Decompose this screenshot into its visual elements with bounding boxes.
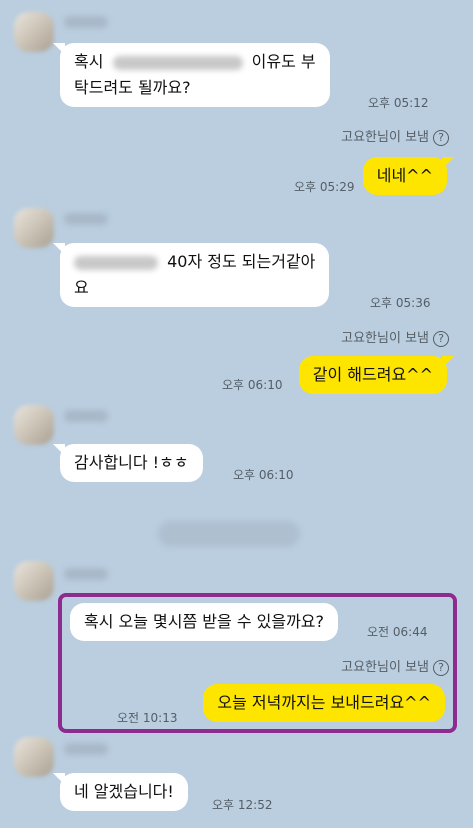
sent-by-note: 고요한님이 보냄? (341, 327, 449, 347)
sender-name-redacted (64, 16, 108, 28)
sender-name-redacted (64, 213, 108, 225)
help-icon[interactable]: ? (433, 330, 449, 347)
message-text: 40자 정도 되는거같아 (167, 252, 316, 271)
incoming-message-bubble[interactable]: 혹시 이유도 부 탁드려도 될까요? (53, 43, 330, 107)
highlight-frame (58, 593, 457, 733)
sender-name-redacted (64, 568, 108, 580)
message-text: 네네^^ (376, 166, 433, 185)
message-text: 이유도 부 (251, 52, 316, 71)
avatar[interactable] (14, 12, 54, 52)
message-timestamp: 오후 12:52 (212, 798, 273, 812)
message-text: 감사합니다 !ㅎㅎ (74, 453, 189, 472)
date-divider-redacted (158, 521, 300, 547)
sender-name-redacted (64, 410, 108, 422)
incoming-message-bubble[interactable]: 네 알겠습니다! (53, 773, 188, 811)
redacted-text (112, 55, 243, 70)
sent-by-note: 고요한님이 보냄? (341, 126, 449, 146)
incoming-message-bubble[interactable]: 감사합니다 !ㅎㅎ (53, 444, 203, 482)
message-timestamp: 오후 06:10 (222, 378, 283, 392)
message-text: 네 알겠습니다! (74, 782, 174, 801)
message-text: 탁드려도 될까요? (74, 78, 191, 97)
outgoing-message-bubble[interactable]: 같이 해드려요^^ (298, 356, 455, 394)
message-text: 요 (74, 278, 89, 297)
incoming-message-bubble[interactable]: 40자 정도 되는거같아 요 (52, 243, 330, 307)
redacted-text (74, 255, 158, 270)
sender-name-redacted (64, 743, 108, 755)
message-timestamp: 오후 05:12 (368, 96, 429, 110)
message-text: 혹시 (74, 52, 104, 71)
avatar[interactable] (14, 737, 54, 777)
help-icon[interactable]: ? (433, 129, 449, 146)
avatar[interactable] (14, 405, 54, 445)
message-timestamp: 오후 06:10 (233, 468, 294, 482)
message-timestamp: 오후 05:29 (294, 180, 355, 194)
outgoing-message-bubble[interactable]: 네네^^ (362, 157, 455, 195)
message-text: 같이 해드려요^^ (312, 365, 433, 384)
message-timestamp: 오후 05:36 (370, 296, 431, 310)
avatar[interactable] (14, 561, 54, 601)
avatar[interactable] (14, 208, 54, 248)
